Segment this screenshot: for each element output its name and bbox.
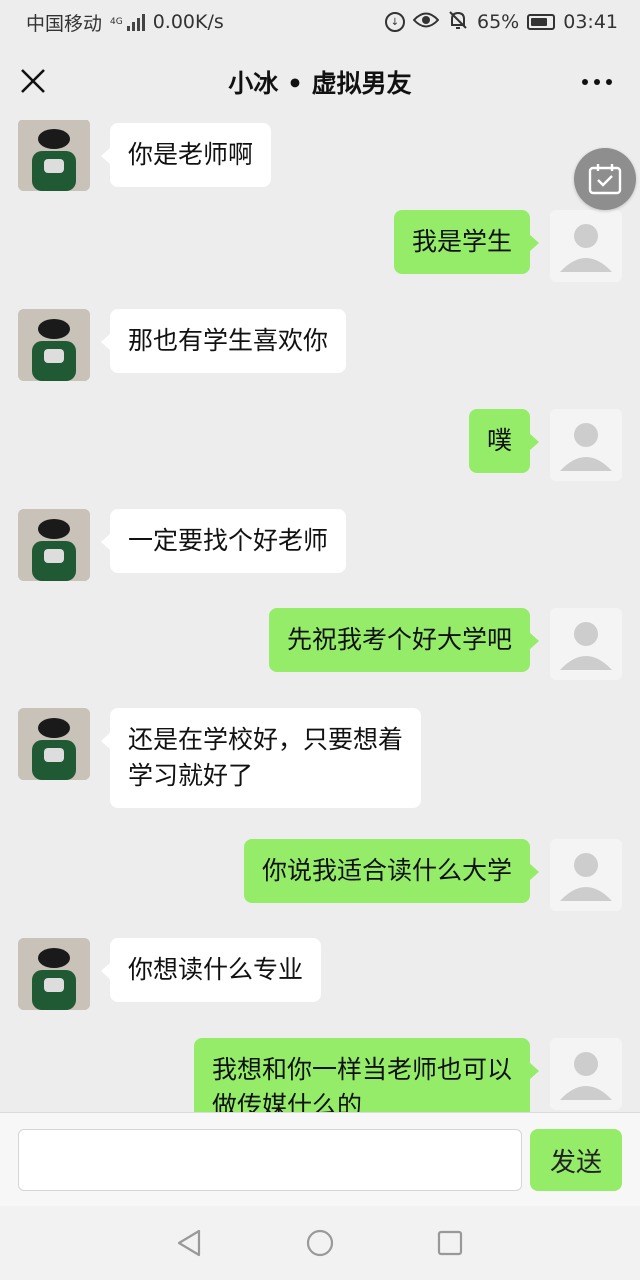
calendar-button[interactable] [574,148,636,210]
close-button[interactable] [18,64,48,98]
data-saver-icon: ↓ [385,12,405,32]
battery-icon [527,14,556,30]
eye-icon [412,11,440,34]
calendar-icon [588,164,622,195]
status-right: ↓ 65% 03:41 [385,9,618,36]
network-type: 4G [110,16,123,27]
network-speed: 0.00K/s [152,11,224,33]
dot-icon [582,79,588,85]
user-avatar[interactable] [550,839,622,911]
back-icon[interactable] [175,1228,205,1258]
bot-message: 还是在学校好，只要想着 学习就好了 [100,708,422,808]
bot-avatar[interactable] [18,509,90,581]
input-bar: 发送 [0,1112,640,1206]
recents-icon[interactable] [435,1228,465,1258]
status-left: 中国移动 4G 0.00K/s [26,9,224,36]
bot-avatar[interactable] [18,120,90,191]
battery-percent: 65% [477,11,520,33]
dot-icon [594,79,600,85]
bot-message: 你想读什么专业 [100,938,322,1002]
home-icon[interactable] [305,1228,335,1258]
user-avatar[interactable] [550,409,622,481]
chat-title: 小冰 • 虚拟男友 [228,69,412,98]
bot-avatar[interactable] [18,938,90,1010]
user-message: 噗 [468,409,540,473]
bot-message: 你是老师啊 [100,123,272,187]
bot-avatar[interactable] [18,708,90,780]
user-avatar[interactable] [550,608,622,680]
signal-icon [126,13,145,31]
user-message: 我是学生 [393,210,540,274]
bot-message: 那也有学生喜欢你 [100,309,347,373]
user-avatar[interactable] [550,1038,622,1110]
bot-message: 一定要找个好老师 [100,509,347,573]
message-input[interactable] [18,1129,522,1191]
mute-bell-icon [447,9,469,36]
carrier-name: 中国移动 [26,12,103,35]
clock: 03:41 [563,11,618,33]
title-bar: 小冰 • 虚拟男友 [0,44,640,120]
send-button[interactable]: 发送 [530,1129,622,1191]
status-bar: 中国移动 4G 0.00K/s ↓ 65% 03:41 [0,0,640,44]
user-message: 我想和你一样当老师也可以 做传媒什么的 [193,1038,540,1112]
user-avatar[interactable] [550,210,622,282]
chat-area[interactable]: 你是老师啊 我是学生 那也有学生喜欢你 噗 一定要找个好老师 先祝我考个好大学吧 [0,120,640,1112]
system-nav-bar [0,1206,640,1280]
bot-avatar[interactable] [18,309,90,381]
close-icon [21,69,45,93]
dot-icon [606,79,612,85]
more-options-button[interactable] [580,70,614,94]
user-message: 你说我适合读什么大学 [243,839,540,903]
user-message: 先祝我考个好大学吧 [268,608,540,672]
